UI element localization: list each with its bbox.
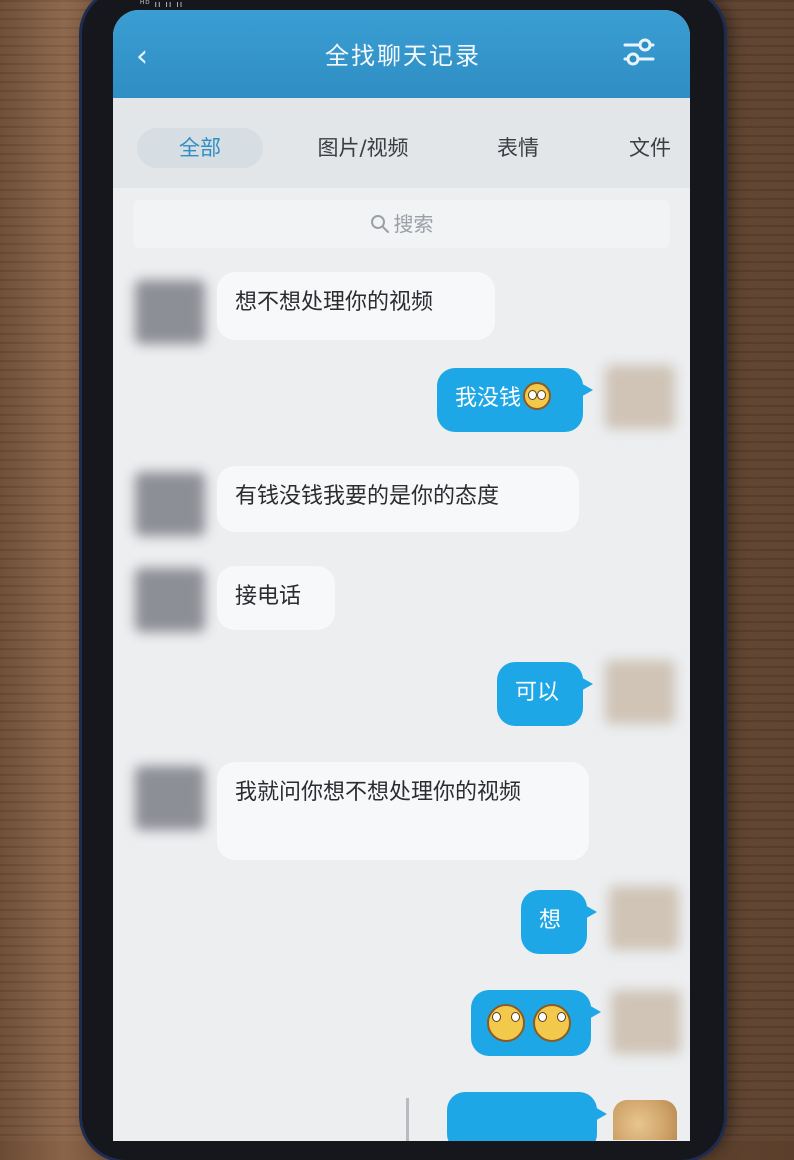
user-avatar[interactable] (609, 886, 679, 950)
message-bubble-incoming[interactable]: 有钱没钱我要的是你的态度 (217, 466, 579, 532)
tab-stickers[interactable]: 表情 (473, 128, 563, 168)
contact-avatar[interactable] (135, 280, 205, 344)
tab-all[interactable]: 全部 (137, 128, 263, 168)
user-avatar[interactable] (605, 365, 675, 429)
user-avatar[interactable] (611, 990, 681, 1054)
crying-emoji-icon (523, 382, 552, 410)
filter-sliders-icon[interactable] (619, 34, 659, 70)
tab-files[interactable]: 文件 (610, 128, 690, 168)
sticker-avatar[interactable] (613, 1100, 677, 1140)
contact-avatar[interactable] (135, 472, 205, 536)
search-icon (370, 215, 389, 233)
crying-emoji-icon (533, 1004, 571, 1042)
message-bubble-incoming[interactable]: 我就问你想不想处理你的视频 (217, 762, 589, 860)
message-bubble-incoming[interactable]: 想不想处理你的视频 (217, 272, 495, 340)
message-bubble-outgoing[interactable] (471, 990, 601, 1056)
message-bubble-outgoing[interactable]: 可以 (497, 662, 593, 726)
category-tabs: 全部 图片/视频 表情 文件 (113, 98, 690, 188)
status-bar: ᴴᴰ ıı ıı ıı (140, 0, 184, 10)
search-placeholder: 搜索 (393, 212, 434, 236)
user-avatar[interactable] (605, 660, 675, 724)
crying-emoji-icon (487, 1004, 525, 1042)
search-input[interactable]: 搜索 (133, 200, 670, 248)
message-bubble-incoming[interactable]: 接电话 (217, 566, 335, 630)
tab-images-videos[interactable]: 图片/视频 (298, 128, 428, 168)
chat-history-screen: ‹ 全找聊天记录 全部 图片/视频 表情 文件 搜索 想不想处理你的视频 我没钱… (113, 10, 690, 1141)
title-bar: ‹ 全找聊天记录 (113, 10, 690, 98)
message-bubble-outgoing[interactable]: 想 (521, 890, 597, 954)
message-bubble-outgoing-partial[interactable] (447, 1092, 607, 1141)
page-title: 全找聊天记录 (325, 42, 481, 70)
scroll-divider (406, 1098, 409, 1141)
contact-avatar[interactable] (135, 766, 205, 830)
message-bubble-outgoing[interactable]: 我没钱 (437, 368, 593, 432)
contact-avatar[interactable] (135, 568, 205, 632)
chevron-left-icon[interactable]: ‹ (127, 40, 157, 74)
